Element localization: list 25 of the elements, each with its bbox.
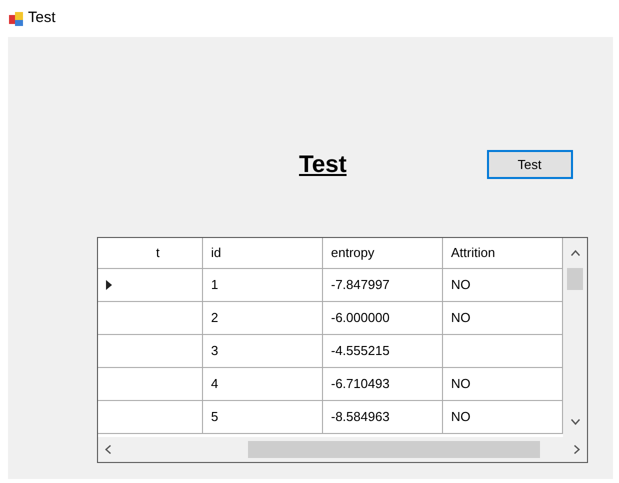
table-cell: 5: [203, 401, 323, 433]
column-header[interactable]: entropy: [323, 238, 443, 268]
table-cell: -4.555215: [323, 335, 443, 367]
scroll-up-icon[interactable]: [570, 250, 580, 256]
table-cell: 3: [203, 335, 323, 367]
scroll-thumb[interactable]: [248, 441, 540, 458]
scroll-thumb[interactable]: [567, 268, 583, 290]
table-cell: -6.710493: [323, 368, 443, 400]
scroll-down-icon[interactable]: [570, 419, 580, 425]
scroll-right-icon[interactable]: [574, 445, 580, 454]
app-icon: [8, 10, 24, 26]
table-cell: 4: [203, 368, 323, 400]
window-title: Test: [28, 8, 56, 28]
table-cell: 1: [203, 269, 323, 301]
vertical-scrollbar[interactable]: [563, 238, 587, 437]
table-cell: 2: [203, 302, 323, 334]
column-header[interactable]: id: [203, 238, 323, 268]
table-cell: -8.584963: [323, 401, 443, 433]
horizontal-scrollbar[interactable]: [98, 437, 587, 462]
table-cell: -7.847997: [323, 269, 443, 301]
test-button[interactable]: Test: [486, 150, 573, 179]
table-cell: -6.000000: [323, 302, 443, 334]
heading: Test: [299, 150, 347, 180]
scroll-left-icon[interactable]: [105, 445, 111, 454]
column-header[interactable]: t: [148, 238, 203, 268]
